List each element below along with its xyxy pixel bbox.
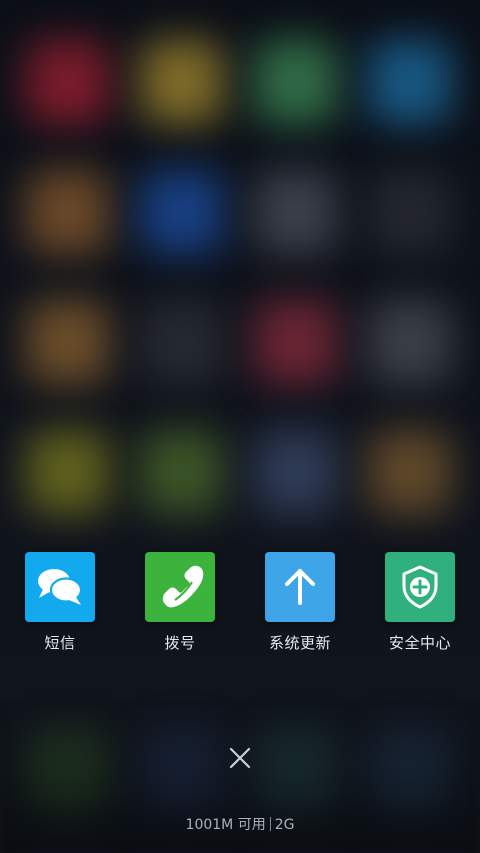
blurred-app-icon	[140, 300, 224, 384]
blurred-app-icon	[368, 300, 452, 384]
blurred-dock-icon	[254, 735, 338, 819]
recent-app-dialer[interactable]: 拨号	[120, 552, 240, 662]
blurred-app-icon	[26, 170, 110, 254]
blurred-app-icon	[254, 170, 338, 254]
blurred-app-icon	[140, 40, 224, 124]
message-bubbles-icon	[38, 569, 83, 605]
blurred-app-icon	[26, 40, 110, 124]
app-label: 安全中心	[388, 634, 451, 652]
blurred-app-icon	[254, 40, 338, 124]
blurred-dock-icon	[26, 735, 110, 819]
blurred-dock-icon	[368, 735, 452, 819]
blurred-app-icon	[254, 430, 338, 514]
status-divider	[269, 817, 271, 831]
messages-tile[interactable]	[25, 552, 95, 622]
blurred-app-icon	[368, 170, 452, 254]
blurred-app-icon	[254, 300, 338, 384]
blurred-app-icon	[26, 430, 110, 514]
clear-recents-button[interactable]	[226, 744, 254, 772]
recent-app-system-update[interactable]: 系统更新	[240, 552, 360, 662]
blurred-app-icon	[26, 300, 110, 384]
shield-plus-icon	[402, 565, 438, 609]
close-icon	[229, 747, 251, 769]
app-label: 拨号	[164, 634, 196, 652]
blurred-app-icon	[140, 170, 224, 254]
phone-handset-icon	[162, 565, 204, 608]
blurred-app-icon	[368, 430, 452, 514]
blurred-app-icon	[368, 40, 452, 124]
recent-app-security-center[interactable]: 安全中心	[360, 552, 480, 662]
dialer-tile[interactable]	[145, 552, 215, 622]
arrow-up-icon	[285, 569, 315, 605]
security-center-tile[interactable]	[385, 552, 455, 622]
blurred-app-icon	[140, 430, 224, 514]
blurred-dock-icon	[140, 735, 224, 819]
blurred-home-background	[0, 0, 480, 853]
available-memory-text: 1001M 可用	[185, 817, 266, 833]
recent-app-messages[interactable]: 短信	[0, 552, 120, 662]
app-label: 系统更新	[268, 634, 331, 652]
memory-status: 1001M 可用 2G	[0, 815, 480, 835]
system-update-tile[interactable]	[265, 552, 335, 622]
network-type-text: 2G	[274, 817, 295, 833]
app-label: 短信	[44, 634, 76, 652]
recent-apps-row: 短信 拨号 系统更新 安全中心	[0, 552, 480, 662]
